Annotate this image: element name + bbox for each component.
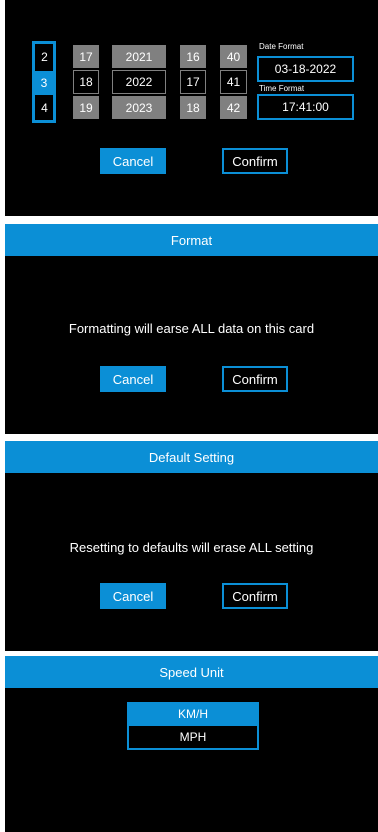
speed-option-kmh[interactable]: KM/H [127, 702, 259, 726]
year-selected[interactable]: 2022 [112, 70, 166, 94]
default-cancel-button[interactable]: Cancel [100, 583, 166, 609]
hour-selected[interactable]: 17 [180, 70, 206, 94]
format-dialog-title: Format [5, 224, 378, 256]
minute-prev[interactable]: 40 [220, 45, 247, 68]
month-prev[interactable]: 2 [36, 46, 53, 68]
format-confirm-button[interactable]: Confirm [222, 366, 288, 392]
speed-unit-title: Speed Unit [5, 656, 378, 688]
speed-unit-panel: Speed Unit KM/H MPH [5, 656, 378, 832]
cancel-button[interactable]: Cancel [100, 148, 166, 174]
format-cancel-button[interactable]: Cancel [100, 366, 166, 392]
month-selected[interactable]: 3 [35, 71, 53, 95]
hour-next[interactable]: 18 [180, 96, 206, 119]
day-selected[interactable]: 18 [73, 70, 99, 94]
format-dialog: Format Formatting will earse ALL data on… [5, 224, 378, 434]
confirm-button[interactable]: Confirm [222, 148, 288, 174]
day-prev[interactable]: 17 [73, 45, 99, 68]
minute-selected[interactable]: 41 [220, 70, 247, 94]
year-next[interactable]: 2023 [112, 96, 166, 119]
default-setting-message: Resetting to defaults will erase ALL set… [69, 540, 314, 555]
day-next[interactable]: 19 [73, 96, 99, 119]
default-setting-title: Default Setting [5, 441, 378, 473]
hour-prev[interactable]: 16 [180, 45, 206, 68]
year-prev[interactable]: 2021 [112, 45, 166, 68]
minute-next[interactable]: 42 [220, 96, 247, 119]
month-next[interactable]: 4 [36, 97, 53, 119]
speed-option-mph[interactable]: MPH [127, 726, 259, 750]
time-format-label: Time Format [259, 84, 305, 93]
date-format-field[interactable]: 03-18-2022 [257, 56, 354, 82]
time-format-field[interactable]: 17:41:00 [257, 94, 354, 120]
format-dialog-message: Formatting will earse ALL data on this c… [68, 321, 315, 336]
default-setting-dialog: Default Setting Resetting to defaults wi… [5, 441, 378, 651]
default-confirm-button[interactable]: Confirm [222, 583, 288, 609]
datetime-panel: 2 3 4 17 18 19 2021 2022 2023 16 17 18 4… [5, 0, 378, 216]
date-format-label: Date Format [259, 42, 304, 51]
